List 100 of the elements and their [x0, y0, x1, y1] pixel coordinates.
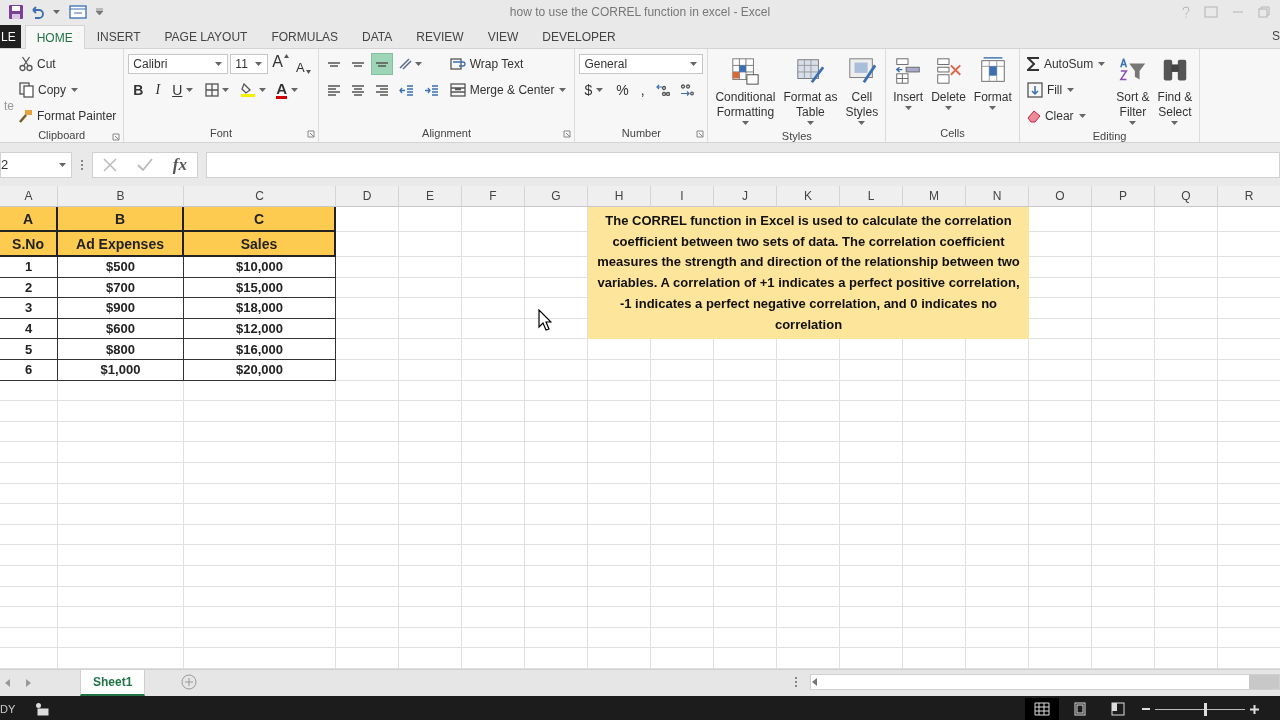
- sheet-tab[interactable]: Sheet1: [80, 670, 146, 696]
- ribbon-tab[interactable]: REVIEW: [404, 25, 476, 48]
- horizontal-scrollbar[interactable]: [810, 674, 1280, 690]
- column-header[interactable]: C: [184, 186, 336, 207]
- find-select-button[interactable]: Find & Select: [1154, 53, 1196, 129]
- dialog-launcher-icon: [696, 130, 705, 138]
- table-cell: $500: [58, 257, 184, 278]
- column-header[interactable]: D: [336, 186, 399, 207]
- lines-icon: [350, 61, 365, 67]
- ribbon-tab[interactable]: DATA: [350, 25, 405, 48]
- ribbon-tab[interactable]: INSERT: [84, 25, 153, 48]
- column-header[interactable]: P: [1092, 186, 1155, 207]
- scrollbar-thumb[interactable]: [1249, 675, 1279, 689]
- ribbon-tab[interactable]: VIEW: [475, 25, 531, 48]
- cell-styles-button[interactable]: Cell Styles: [842, 53, 882, 129]
- bold-button[interactable]: B: [128, 79, 149, 101]
- column-header[interactable]: M: [903, 186, 966, 207]
- percent-button[interactable]: %: [611, 79, 634, 101]
- brush-icon: [19, 109, 33, 123]
- wrap-text-button[interactable]: Wrap Text: [446, 53, 527, 75]
- comma-style-button[interactable]: ,: [635, 79, 650, 101]
- ribbon-tab[interactable]: PAGE LAYOUT: [152, 25, 260, 48]
- table-cell: $20,000: [184, 359, 336, 381]
- delete-button[interactable]: Delete: [928, 53, 969, 124]
- column-header[interactable]: I: [651, 186, 714, 207]
- underline-button[interactable]: U: [167, 79, 200, 101]
- formula-field[interactable]: [206, 151, 1280, 178]
- font-dropdown[interactable]: Calibri: [128, 54, 229, 74]
- font-color-button[interactable]: A: [273, 79, 303, 101]
- table-cell: 4: [0, 318, 58, 340]
- slider-thumb[interactable]: [1204, 702, 1208, 716]
- mouse-pointer-icon: [538, 309, 552, 331]
- column-header[interactable]: J: [714, 186, 777, 207]
- scroll-right-icon: [25, 678, 32, 688]
- column-header[interactable]: O: [1029, 186, 1092, 207]
- sign-in-link[interactable]: S: [1272, 29, 1280, 43]
- format-button[interactable]: Format: [970, 53, 1015, 124]
- group-label: Clipboard: [38, 128, 86, 141]
- ribbon-tab[interactable]: DEVELOPER: [530, 25, 628, 48]
- conditional-formatting-button[interactable]: Conditional Formatting: [712, 53, 779, 129]
- grow-font-button[interactable]: A: [270, 53, 293, 75]
- lines-icon: [374, 84, 389, 96]
- currency-button[interactable]: $: [579, 79, 610, 101]
- shrink-font-button[interactable]: A: [294, 53, 314, 75]
- number-format-dropdown[interactable]: General: [579, 54, 704, 74]
- format-as-table-button[interactable]: Format as Table: [780, 53, 841, 129]
- status-mode: DY: [0, 703, 16, 715]
- zoom-in-icon: [1249, 703, 1260, 715]
- caret-icon: [988, 105, 998, 111]
- column-header[interactable]: G: [525, 186, 588, 207]
- caret-icon: [1066, 87, 1076, 93]
- caret-icon: [290, 87, 300, 93]
- column-header[interactable]: B: [58, 186, 184, 207]
- group-label: Alignment: [422, 127, 471, 139]
- copy-button[interactable]: Copy: [16, 79, 82, 101]
- bottom-align-button[interactable]: [370, 53, 393, 75]
- insert-button[interactable]: Insert: [890, 53, 927, 124]
- column-header[interactable]: L: [840, 186, 903, 207]
- column-header[interactable]: A: [0, 186, 58, 207]
- table-cell: $700: [58, 277, 184, 299]
- column-header[interactable]: R: [1218, 186, 1280, 207]
- cut-button[interactable]: Cut: [16, 53, 59, 75]
- autosum-button[interactable]: AutoSum: [1023, 53, 1110, 75]
- insert-function-button[interactable]: fx: [172, 154, 187, 175]
- ribbon-tab[interactable]: FORMULAS: [259, 25, 351, 48]
- page-icon: [1074, 702, 1086, 716]
- sort-filter-button[interactable]: Sort & Filter: [1113, 53, 1153, 129]
- merge-center-button[interactable]: Merge & Center: [446, 79, 571, 101]
- fill-button[interactable]: Fill: [1023, 79, 1079, 101]
- group-label: Font: [210, 127, 233, 139]
- format-painter-button[interactable]: Format Painter: [16, 105, 120, 127]
- restore-icon: [1258, 6, 1270, 18]
- clear-button[interactable]: Clear: [1023, 105, 1090, 127]
- table-icon: [730, 56, 761, 86]
- caret-icon: [1097, 61, 1107, 67]
- column-header[interactable]: K: [777, 186, 840, 207]
- name-box[interactable]: 2: [0, 151, 72, 178]
- scissors-icon: [19, 56, 33, 72]
- table-cell: 6: [0, 359, 58, 381]
- ribbon-tab[interactable]: HOME: [24, 25, 85, 49]
- group-label: Styles: [781, 129, 812, 142]
- caret-icon: [214, 61, 224, 67]
- column-header[interactable]: H: [588, 186, 651, 207]
- caret-icon: [805, 120, 815, 126]
- italic-button[interactable]: I: [150, 79, 166, 101]
- column-header[interactable]: N: [966, 186, 1029, 207]
- scroll-left-icon: [811, 677, 819, 687]
- font-size-dropdown[interactable]: 11: [230, 54, 269, 74]
- header-cell: Sales: [184, 232, 336, 257]
- column-header[interactable]: F: [462, 186, 525, 207]
- caret-icon: [185, 87, 195, 93]
- file-tab[interactable]: LE: [0, 25, 21, 48]
- dialog-launcher-icon: [112, 133, 121, 141]
- column-header[interactable]: Q: [1155, 186, 1218, 207]
- normal-view-button[interactable]: [1025, 698, 1059, 720]
- column-header[interactable]: E: [399, 186, 462, 207]
- caret-icon: [595, 87, 605, 93]
- lines-icon: [326, 84, 341, 96]
- pages-icon: [19, 82, 34, 98]
- underlined-letter: A: [276, 81, 288, 99]
